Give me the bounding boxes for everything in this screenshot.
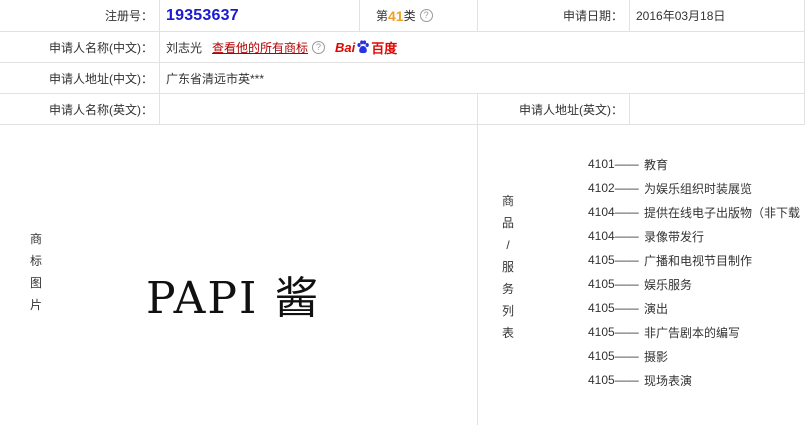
applicant-name-en-cell bbox=[160, 94, 478, 125]
service-code: 4101—— bbox=[588, 157, 639, 171]
class-number: 41 bbox=[388, 7, 404, 24]
applicant-addr-en-label-text: 申请人地址(英文)： bbox=[519, 102, 623, 117]
trademark-detail-table: 注册号： 19353637 第 41 类 ? 申请日期： 2016年03月18日… bbox=[0, 0, 805, 425]
service-name: 教育 bbox=[644, 157, 669, 172]
class-suffix: 类 bbox=[403, 9, 416, 23]
applicant-addr-en-cell bbox=[630, 94, 805, 125]
service-code: 4105—— bbox=[588, 301, 639, 315]
applicant-addr-cn-label-text: 申请人地址(中文)： bbox=[49, 71, 153, 86]
applicant-name-cn-label: 申请人名称(中文)： bbox=[0, 32, 160, 63]
baidu-bai-text: Bai bbox=[335, 39, 356, 55]
service-name: 演出 bbox=[644, 301, 669, 316]
service-code: 4104—— bbox=[588, 229, 639, 243]
list-item: 4105—— 非广告剧本的编写 bbox=[588, 320, 800, 344]
baidu-du-text: 百度 bbox=[371, 40, 398, 56]
service-code: 4104—— bbox=[588, 205, 639, 219]
baidu-search-button[interactable]: Bai 百度 bbox=[335, 38, 397, 57]
list-item: 4105—— 娱乐服务 bbox=[588, 272, 800, 296]
service-code: 4105—— bbox=[588, 277, 639, 291]
service-name: 提供在线电子出版物（非下载 bbox=[644, 205, 801, 220]
mark-label-char: 标 bbox=[30, 254, 43, 268]
reg-number-cell: 19353637 bbox=[160, 0, 360, 32]
mark-label-char: 商 bbox=[30, 232, 43, 246]
list-item: 4101—— 教育 bbox=[588, 152, 800, 176]
app-date-cell: 2016年03月18日 bbox=[630, 0, 805, 32]
mark-image-label: 商 标 图 片 bbox=[30, 228, 42, 316]
services-label: 商 品 / 服 务 列 表 bbox=[502, 190, 514, 344]
applicant-addr-cn-cell: 广东省清远市英*** bbox=[160, 63, 805, 94]
services-label-char: / bbox=[506, 238, 510, 252]
view-all-trademarks-link[interactable]: 查看他的所有商标 bbox=[212, 39, 308, 56]
list-item: 4105—— 广播和电视节目制作 bbox=[588, 248, 800, 272]
service-name: 摄影 bbox=[644, 349, 669, 364]
class-prefix: 第 bbox=[376, 9, 389, 23]
app-date-value: 2016年03月18日 bbox=[636, 9, 726, 23]
service-name: 娱乐服务 bbox=[644, 277, 693, 292]
applicant-name-en-label: 申请人名称(英文)： bbox=[0, 94, 160, 125]
service-code: 4105—— bbox=[588, 373, 639, 387]
services-label-char: 商 bbox=[502, 194, 515, 208]
baidu-paw-icon bbox=[357, 40, 370, 54]
applicant-addr-en-label: 申请人地址(英文)： bbox=[478, 94, 630, 125]
services-label-char: 列 bbox=[502, 304, 515, 318]
service-code: 4102—— bbox=[588, 181, 639, 195]
reg-number-value: 19353637 bbox=[166, 6, 239, 24]
reg-number-label: 注册号： bbox=[0, 0, 160, 32]
help-icon[interactable]: ? bbox=[312, 40, 326, 54]
list-item: 4105—— 演出 bbox=[588, 296, 800, 320]
trademark-image: PAPI 酱 bbox=[146, 273, 321, 324]
list-item: 4104—— 提供在线电子出版物（非下载 bbox=[588, 200, 800, 224]
list-item: 4102—— 为娱乐组织时装展览 bbox=[588, 176, 800, 200]
service-name: 为娱乐组织时装展览 bbox=[644, 181, 753, 196]
list-item: 4104—— 录像带发行 bbox=[588, 224, 800, 248]
service-code: 4105—— bbox=[588, 253, 639, 267]
help-icon[interactable]: ? bbox=[419, 9, 433, 22]
service-name: 广播和电视节目制作 bbox=[644, 253, 753, 268]
reg-number-label-text: 注册号： bbox=[104, 9, 153, 23]
applicant-addr-cn-value: 广东省清远市英*** bbox=[166, 71, 265, 86]
services-label-char: 表 bbox=[502, 326, 515, 340]
app-date-label: 申请日期： bbox=[478, 0, 630, 32]
list-item: 4105—— 现场表演 bbox=[588, 368, 800, 392]
service-name: 非广告剧本的编写 bbox=[644, 325, 741, 340]
list-item: 4105—— 摄影 bbox=[588, 344, 800, 368]
mark-label-char: 图 bbox=[30, 276, 43, 290]
services-label-char: 务 bbox=[502, 282, 515, 296]
services-label-char: 服 bbox=[502, 260, 515, 274]
applicant-name-cn-cell: 刘志光 查看他的所有商标 ? Bai 百度 bbox=[160, 32, 805, 63]
applicant-name-cn-value: 刘志光 bbox=[166, 40, 203, 55]
service-code: 4105—— bbox=[588, 349, 639, 363]
applicant-addr-cn-label: 申请人地址(中文)： bbox=[0, 63, 160, 94]
applicant-name-cn-label-text: 申请人名称(中文)： bbox=[49, 40, 153, 55]
services-label-char: 品 bbox=[502, 216, 515, 230]
applicant-name-en-label-text: 申请人名称(英文)： bbox=[49, 102, 153, 117]
service-name: 录像带发行 bbox=[644, 229, 705, 244]
service-name: 现场表演 bbox=[644, 373, 693, 388]
services-list: 4101—— 教育 4102—— 为娱乐组织时装展览 4104—— 提供在线电子出版物… bbox=[588, 152, 800, 392]
app-date-label-text: 申请日期： bbox=[562, 9, 623, 23]
mark-label-char: 片 bbox=[30, 298, 43, 312]
class-cell: 第 41 类 ? bbox=[360, 0, 478, 32]
service-code: 4105—— bbox=[588, 325, 639, 339]
